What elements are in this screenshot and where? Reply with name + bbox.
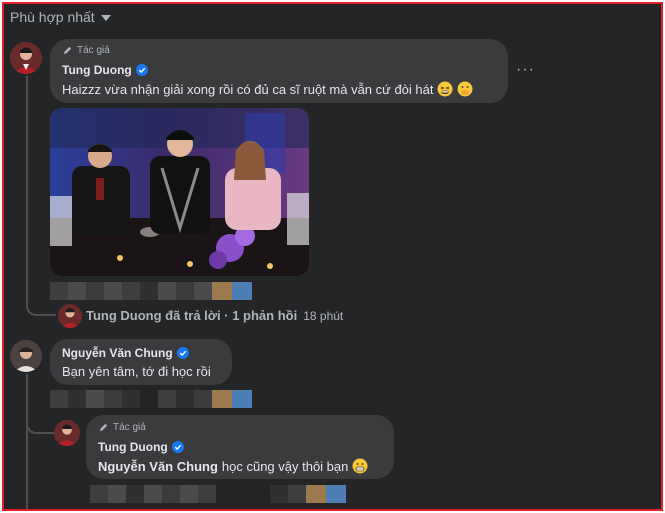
more-options-button[interactable]: ··· <box>516 61 535 79</box>
view-replies-link[interactable]: Tung Duong đã trả lời · 1 phản hồi 18 ph… <box>86 308 343 323</box>
pencil-icon <box>99 423 108 432</box>
thread-connector <box>26 416 54 434</box>
avatar[interactable] <box>54 420 80 446</box>
thread-line <box>26 374 28 509</box>
sort-dropdown[interactable]: Phù hợp nhất <box>10 9 111 25</box>
reply-summary-text: Tung Duong đã trả lời · 1 phản hồi <box>86 308 298 323</box>
hand-over-mouth-emoji <box>457 81 473 97</box>
pencil-icon <box>63 46 72 55</box>
comment-text: Bạn yên tâm, tớ đi học rồi <box>62 364 211 379</box>
verified-badge-icon <box>135 64 148 76</box>
author-badge-label: Tác giả <box>113 422 146 433</box>
reaction-bar <box>50 282 252 300</box>
chevron-down-icon <box>100 15 111 21</box>
thread-line <box>26 76 28 308</box>
comment-text: học cũng vậy thôi bạn <box>221 458 349 474</box>
mention-link[interactable]: Nguyễn Văn Chung <box>98 459 218 474</box>
author-badge-label: Tác giả <box>77 45 110 56</box>
comment-bubble: Tác giả Tung Duong Nguyễn Văn Chung học … <box>86 415 394 479</box>
comment-bubble: Tác giả Tung Duong Haizzz vừa nhận giải … <box>50 39 508 103</box>
comments-panel: Phù hợp nhất Tác giả Tung Duong Haizzz v… <box>2 2 663 511</box>
verified-badge-icon <box>171 441 184 453</box>
comment-bubble: Nguyễn Văn Chung Bạn yên tâm, tớ đi học … <box>50 339 232 385</box>
reply-time: 18 phút <box>303 308 344 323</box>
avatar[interactable] <box>10 340 42 372</box>
verified-badge-icon <box>176 347 189 359</box>
avatar[interactable] <box>58 304 82 328</box>
attached-photo[interactable] <box>50 108 309 276</box>
comment-author[interactable]: Nguyễn Văn Chung <box>62 346 173 360</box>
author-badge: Tác giả <box>62 45 110 56</box>
comment-author[interactable]: Tung Duong <box>98 440 168 454</box>
reaction-bar <box>90 485 346 503</box>
grimace-emoji <box>352 458 368 474</box>
avatar[interactable] <box>10 42 42 74</box>
sort-label: Phù hợp nhất <box>10 9 95 25</box>
comment-text: Haizzz vừa nhận giải xong rồi có đủ ca s… <box>62 81 434 97</box>
comment-author[interactable]: Tung Duong <box>62 63 132 77</box>
reaction-bar <box>50 390 252 408</box>
tired-face-emoji <box>437 81 453 97</box>
